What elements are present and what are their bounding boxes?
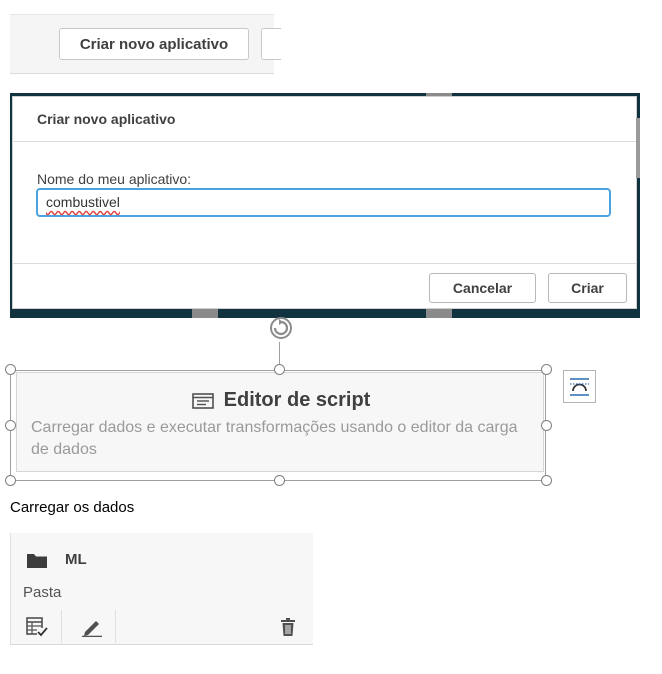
layout-options-button[interactable]	[563, 370, 596, 403]
resize-handle-e[interactable]	[541, 420, 552, 431]
folder-connection-card[interactable]: ML Pasta	[10, 533, 313, 645]
dialog-title: Criar novo aplicativo	[37, 111, 176, 127]
folder-type: Pasta	[23, 584, 62, 601]
create-button[interactable]: Criar	[548, 273, 627, 303]
card-description: Carregar dados e executar transformações…	[31, 419, 518, 458]
cancel-button[interactable]: Cancelar	[429, 273, 536, 303]
folder-icon	[27, 554, 47, 568]
resize-handle-sw[interactable]	[5, 475, 16, 486]
table-check-icon[interactable]	[26, 617, 48, 637]
script-editor-icon	[191, 392, 214, 409]
rotate-handle-icon[interactable]	[266, 315, 296, 345]
dialog-divider	[13, 141, 636, 142]
app-name-value: combustivel	[46, 194, 120, 210]
text-wrap-icon	[570, 378, 589, 396]
resize-handle-s[interactable]	[274, 475, 285, 486]
toolbar-next-button-partial[interactable]	[261, 28, 281, 60]
create-new-app-button[interactable]: Criar novo aplicativo	[59, 28, 249, 60]
resize-handle-se[interactable]	[541, 475, 552, 486]
resize-handle-w[interactable]	[5, 420, 16, 431]
dialog-divider	[13, 263, 636, 264]
resize-handle-n[interactable]	[274, 364, 285, 375]
create-app-dialog: Criar novo aplicativo Nome do meu aplica…	[12, 96, 637, 309]
edit-pencil-icon[interactable]	[81, 617, 103, 637]
folder-name: ML	[65, 551, 87, 568]
app-name-label: Nome do meu aplicativo:	[37, 171, 192, 187]
action-divider	[115, 610, 116, 643]
script-editor-card[interactable]: Editor de script Carregar dados e execut…	[16, 372, 544, 472]
app-name-input[interactable]: combustivel	[36, 188, 611, 217]
resize-handle-nw[interactable]	[5, 364, 16, 375]
trash-icon[interactable]	[280, 617, 296, 637]
load-data-caption: Carregar os dados	[10, 499, 135, 516]
card-title: Editor de script	[223, 389, 371, 411]
card-title-row: Editor de script	[17, 389, 545, 412]
dialog-scrollbar[interactable]	[636, 118, 640, 178]
toolbar-strip: Criar novo aplicativo	[10, 14, 281, 74]
resize-handle-ne[interactable]	[541, 364, 552, 375]
folder-actions-bar	[11, 610, 313, 643]
action-divider	[61, 610, 62, 643]
